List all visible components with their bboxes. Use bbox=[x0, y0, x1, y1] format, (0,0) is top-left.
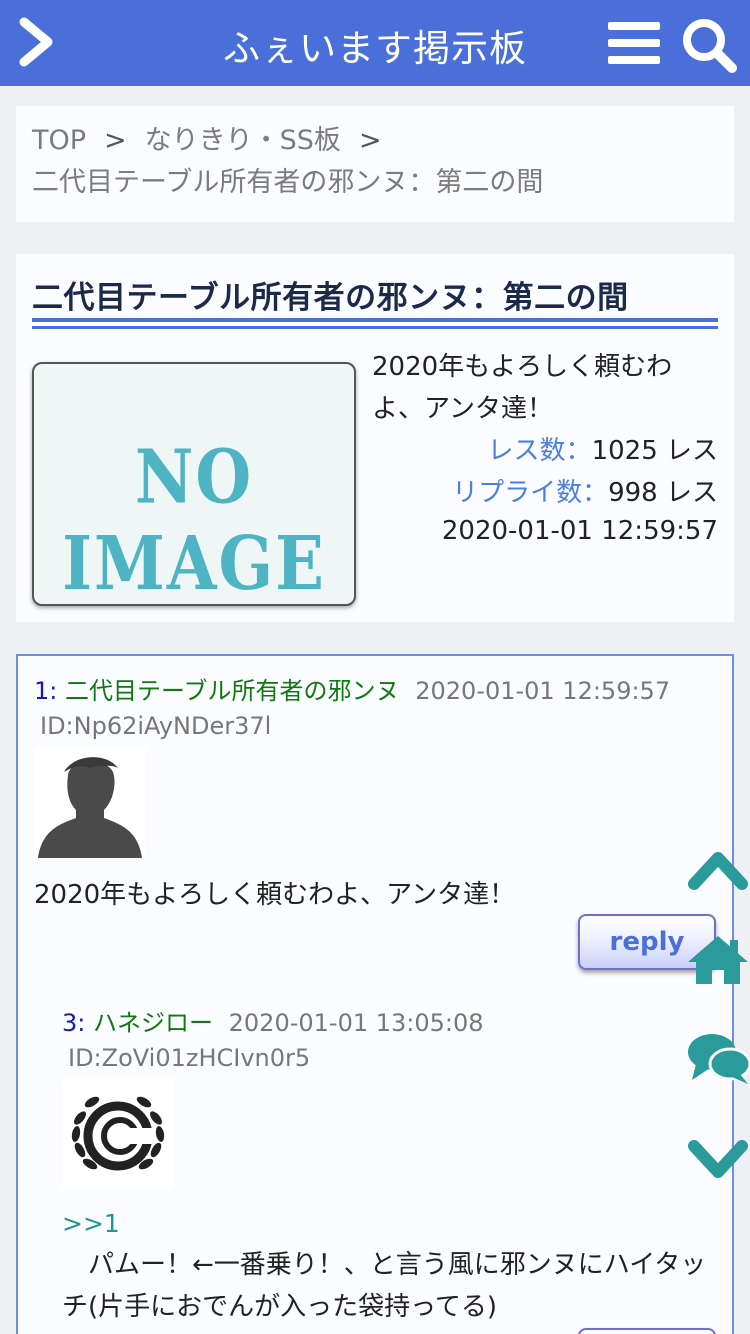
breadcrumb: TOP > なりきり・SS板 > 二代目テーブル所有者の邪ンヌ：第二の間 bbox=[16, 106, 734, 222]
res-count: レス数：1025 レス bbox=[488, 430, 718, 467]
post-number[interactable]: 3: bbox=[62, 1009, 85, 1037]
thread-description: 2020年もよろしく頼むわよ、アンタ達！ bbox=[372, 352, 673, 424]
chevron-up-icon[interactable] bbox=[686, 848, 750, 892]
title-underline bbox=[32, 326, 718, 329]
breadcrumb-board-link[interactable]: なりきり・SS板 bbox=[145, 125, 341, 156]
title-underline bbox=[32, 318, 718, 322]
thread-info-card: 二代目テーブル所有者の邪ンヌ：第二の間 NO IMAGE 2020年もよろしく頼… bbox=[16, 254, 734, 622]
chevron-down-icon[interactable] bbox=[686, 1136, 750, 1180]
post-body: 2020年もよろしく頼むわよ、アンタ達！ bbox=[34, 880, 516, 910]
no-image-text: NO IMAGE bbox=[62, 434, 326, 606]
post-header: 3: ハネジロー 2020-01-01 13:05:08 bbox=[62, 1006, 712, 1040]
home-icon[interactable] bbox=[686, 932, 750, 986]
user-silhouette-avatar bbox=[34, 746, 146, 858]
thread-created-date: 2020-01-01 12:59:57 bbox=[441, 516, 718, 546]
post-author: 二代目テーブル所有者の邪ンヌ bbox=[65, 677, 400, 705]
post-item: 1: 二代目テーブル所有者の邪ンヌ 2020-01-01 12:59:57 ID… bbox=[34, 674, 718, 916]
breadcrumb-separator: > bbox=[358, 125, 382, 156]
reply-button[interactable]: reply bbox=[578, 1328, 716, 1334]
res-count-label: レス数： bbox=[487, 436, 592, 466]
post-number[interactable]: 1: bbox=[34, 677, 57, 705]
posts-list: 1: 二代目テーブル所有者の邪ンヌ 2020-01-01 12:59:57 ID… bbox=[16, 654, 734, 1334]
post-body: パムー！←一番乗り！、と言う風に邪ンヌにハイタッチ(片手におでんが入った袋持って… bbox=[62, 1250, 707, 1322]
post-date: 2020-01-01 13:05:08 bbox=[228, 1009, 484, 1037]
post-item: 3: ハネジロー 2020-01-01 13:05:08 ID:ZoVi01zH… bbox=[62, 1006, 712, 1328]
chat-bubbles-icon[interactable] bbox=[686, 1030, 750, 1086]
laurel-emblem-avatar bbox=[62, 1078, 174, 1190]
breadcrumb-current-thread: 二代目テーブル所有者の邪ンヌ：第二の間 bbox=[32, 167, 544, 198]
thread-image-placeholder: NO IMAGE bbox=[32, 362, 356, 606]
reply-count: リプライ数：998 レス bbox=[452, 472, 718, 509]
reply-count-value: 998 レス bbox=[608, 478, 718, 508]
reply-anchor-link[interactable]: >>1 bbox=[62, 1204, 712, 1244]
post-id: ID:Np62iAyNDer37l bbox=[40, 712, 272, 740]
res-count-value: 1025 レス bbox=[591, 436, 718, 466]
breadcrumb-separator: > bbox=[104, 125, 127, 156]
post-id: ID:ZoVi01zHCIvn0r5 bbox=[68, 1044, 311, 1072]
post-date: 2020-01-01 12:59:57 bbox=[415, 677, 671, 705]
post-author: ハネジロー bbox=[93, 1009, 213, 1037]
thread-title: 二代目テーブル所有者の邪ンヌ：第二の間 bbox=[32, 280, 629, 316]
reply-count-label: リプライ数： bbox=[452, 478, 609, 508]
post-header: 1: 二代目テーブル所有者の邪ンヌ 2020-01-01 12:59:57 bbox=[34, 674, 718, 708]
app-header: ふぇいます掲示板 bbox=[0, 0, 750, 86]
search-icon[interactable] bbox=[680, 16, 738, 74]
hamburger-menu-icon[interactable] bbox=[608, 20, 660, 66]
breadcrumb-top-link[interactable]: TOP bbox=[32, 125, 86, 156]
